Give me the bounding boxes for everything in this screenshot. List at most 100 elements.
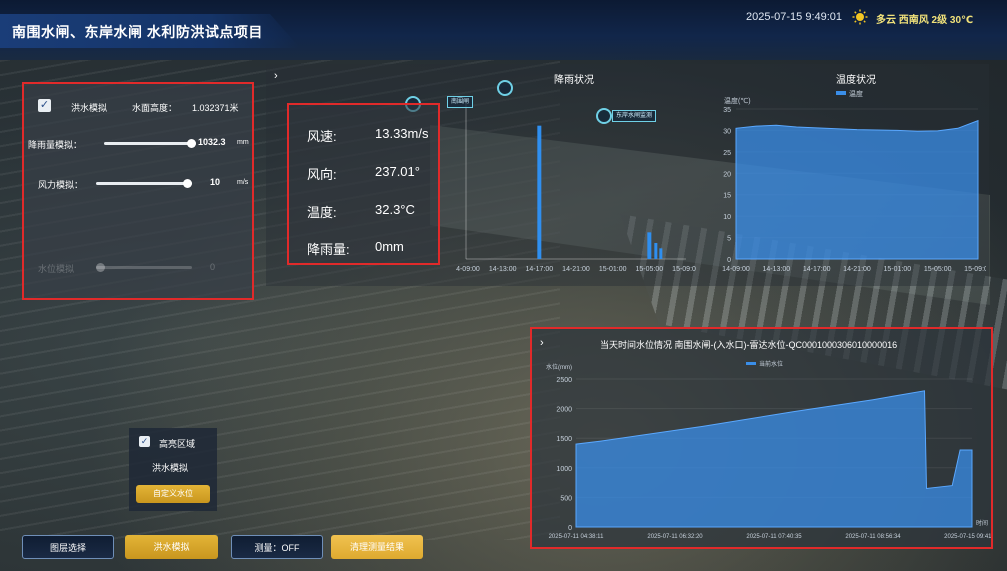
temperature-value: 32.3°C (375, 202, 415, 217)
temp-x-tick: 15-09:00 (964, 266, 986, 273)
rainfall-chart: 14-09:00 14-13:00 14-17:00 14-21:00 15-01:00… (456, 99, 696, 273)
water-x-label: 时间 (976, 519, 988, 527)
flood-sim-label: 洪水模拟 (71, 103, 108, 113)
temp-legend: 温度 (849, 89, 863, 98)
datetime-display: 2025-07-15 9:49:01 (746, 11, 843, 23)
water-x-tick: 2025-07-11 08:56:34 (845, 534, 901, 540)
water-y-label: 水位(mm) (546, 363, 572, 371)
rainfall-unit: mm (237, 139, 249, 146)
app-header: 南围水闸、东岸水闸 水利防洪试点项目 2025-07-15 9:49:01 多云… (0, 0, 1007, 60)
temperature-label: 温度: (307, 205, 337, 220)
temp-x-tick: 15-01:00 (884, 266, 912, 273)
water-x-tick: 2025-07-15 09:41:03 (944, 534, 991, 540)
water-x-tick: 2025-07-11 06:32:20 (647, 534, 703, 540)
temp-y-tick: 25 (723, 150, 731, 157)
highlight-checkbox[interactable]: ✓ (139, 436, 150, 447)
water-legend: 当前水位 (759, 360, 783, 368)
water-y-tick: 0 (568, 525, 572, 532)
temp-x-tick: 14-09:00 (722, 266, 750, 273)
layer-select-button[interactable]: 图层选择 (22, 535, 114, 559)
marker-tag[interactable]: 南围闸 (447, 96, 474, 108)
water-y-tick: 2500 (556, 377, 572, 384)
rainfall-value: 0mm (375, 239, 404, 254)
wind-speed-value: 13.33m/s (375, 126, 429, 141)
water-x-tick: 2025-07-11 04:38:11 (549, 534, 604, 540)
wind-slider-knob[interactable] (183, 179, 192, 188)
sun-cloud-icon (852, 9, 868, 25)
water-height-value: 1.032371米 (192, 103, 239, 113)
highlight-label: 高亮区域 (159, 439, 196, 449)
temperature-chart: 温度(℃) 温度 35 30 25 20 15 10 5 0 14-09:00 14-13:00 14-… (722, 89, 986, 273)
rain-x-tick: 15-01:00 (599, 266, 627, 273)
temp-x-tick: 15-05:00 (924, 266, 952, 273)
wind-unit: m/s (237, 179, 249, 186)
rainfall-chart-title: 降雨状况 (554, 75, 594, 86)
temp-x-tick: 14-13:00 (763, 266, 791, 273)
water-legend-swatch (746, 362, 756, 365)
rainfall-slider-label: 降雨量模拟： (28, 140, 83, 150)
scene-viewport[interactable]: 南围水闸、东岸水闸 水利防洪试点项目 2025-07-15 9:49:01 多云… (0, 0, 1007, 571)
temp-y-tick: 35 (723, 107, 731, 114)
wind-slider[interactable] (96, 179, 192, 188)
rain-bar (537, 125, 542, 259)
water-area-series (575, 390, 973, 528)
flood-sim-button[interactable]: 洪水模拟 (125, 535, 218, 559)
temp-y-tick: 30 (723, 128, 731, 135)
water-y-tick: 500 (560, 495, 572, 502)
rain-x-tick: 14-17:00 (526, 266, 554, 273)
water-level-slider-label: 水位模拟 (38, 264, 75, 274)
temp-area-series (735, 119, 979, 260)
flood-sim-checkbox[interactable]: ✓ (38, 99, 51, 112)
temp-chart-title: 温度状况 (836, 75, 876, 86)
rainfall-slider[interactable] (104, 139, 196, 148)
rain-bar (647, 232, 652, 259)
wind-speed-label: 风速: (307, 129, 337, 144)
water-chart-title: 当天时间水位情况 南围水闸-(入水口)-雷达水位-QC0001000306010… (600, 340, 898, 350)
temp-x-tick: 14-21:00 (843, 266, 871, 273)
clear-measure-button[interactable]: 清理测量结果 (331, 535, 423, 559)
measure-toggle-button[interactable]: 测量：OFF (231, 535, 323, 559)
water-level-slider-knob[interactable] (96, 263, 105, 272)
water-level-value: 0 (210, 262, 216, 272)
water-level-chart: 水位(mm) 当前水位时间 2500 2000 1500 1000 500 0 2025-07-… (546, 360, 991, 540)
temp-y-tick: 5 (727, 236, 731, 243)
temp-y-label: 温度(℃) (724, 96, 751, 105)
rainfall-slider-knob[interactable] (187, 139, 196, 148)
rain-x-tick: 15-09:00 (672, 266, 696, 273)
temp-y-tick: 20 (723, 171, 731, 178)
rain-x-tick: 14-09:00 (456, 266, 480, 273)
rain-bar (654, 243, 658, 259)
weather-readout-panel: 风速: 13.33m/s 风向: 237.01° 温度: 32.3°C 降雨量:… (287, 103, 440, 265)
rain-x-tick: 14-21:00 (562, 266, 590, 273)
rainfall-slider-value: 1032.3 (198, 137, 226, 147)
temp-legend-swatch (836, 91, 846, 95)
page-title: 南围水闸、东岸水闸 水利防洪试点项目 (12, 24, 263, 40)
marker-tag[interactable]: 东岸水闸监测 (612, 110, 657, 122)
temp-y-tick: 10 (723, 214, 731, 221)
highlight-panel: ✓ 高亮区域 洪水模拟 自定义水位 (129, 428, 217, 511)
water-y-tick: 2000 (556, 407, 572, 414)
temp-y-tick: 15 (723, 193, 731, 200)
water-height-label: 水面高度： (132, 103, 178, 113)
rain-x-tick: 15-05:00 (636, 266, 664, 273)
temp-x-tick: 14-17:00 (803, 266, 831, 273)
map-marker-icon[interactable] (596, 108, 612, 124)
water-y-tick: 1500 (556, 436, 572, 443)
temp-y-tick: 0 (727, 257, 731, 264)
custom-water-level-button[interactable]: 自定义水位 (136, 485, 210, 503)
weather-status: 多云 西南风 2级 30℃ (876, 15, 974, 26)
wind-slider-value: 10 (210, 177, 221, 187)
rain-x-tick: 14-13:00 (489, 266, 517, 273)
rainfall-label: 降雨量: (307, 242, 350, 257)
water-y-tick: 1000 (556, 466, 572, 473)
wind-slider-label: 风力模拟： (38, 180, 84, 190)
rain-bar (659, 248, 663, 259)
wind-direction-label: 风向: (307, 167, 337, 182)
collapse-chevron-icon[interactable]: › (274, 70, 278, 82)
wind-direction-value: 237.01° (375, 164, 420, 179)
collapse-chevron-icon[interactable]: › (540, 337, 544, 349)
simulation-panel: ✓ 洪水模拟 水面高度： 1.032371米 降雨量模拟： 1032.3 mm … (22, 82, 254, 300)
water-level-slider[interactable] (96, 263, 192, 272)
water-x-tick: 2025-07-11 07:40:35 (746, 534, 802, 540)
map-marker-icon[interactable] (497, 80, 513, 96)
